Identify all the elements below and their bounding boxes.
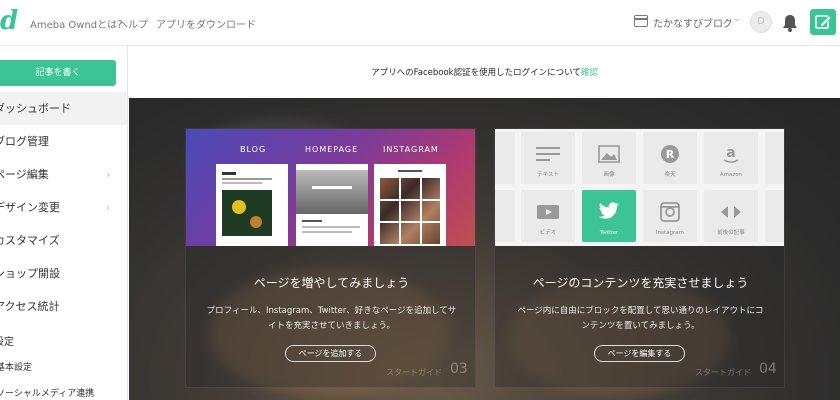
instagram-icon bbox=[660, 202, 680, 222]
sidebar: 記事を書く ダッシュボード ブログ管理 ページ編集 › デザイン変更 › カスタ… bbox=[0, 46, 128, 400]
browser-window-icon bbox=[634, 15, 648, 27]
block-label: 画像 bbox=[603, 172, 615, 178]
sidebar-item-dashboard[interactable]: ダッシュボード bbox=[0, 92, 127, 125]
card-description: プロフィール、Instagram、Twitter、好きなページを追加してサイトを… bbox=[206, 306, 457, 331]
block-video: ビデオ bbox=[521, 190, 575, 242]
amazon-icon: a bbox=[723, 145, 739, 163]
blog-name: たかなすびブログ bbox=[653, 19, 731, 30]
nav-download-app-link[interactable]: アプリをダウンロード bbox=[156, 16, 256, 31]
bell-icon[interactable] bbox=[781, 13, 799, 33]
block-prev-next: 前後の記事 bbox=[704, 190, 758, 242]
card-title: ページのコンテンツを充実させましょう bbox=[532, 276, 749, 290]
tab-instagram: INSTAGRAM bbox=[383, 145, 439, 154]
start-guide-number: 04 bbox=[759, 361, 777, 377]
page-types-preview: BLOG HOMEPAGE INSTAGRAM bbox=[186, 129, 475, 246]
start-guide-label: スタートガイド bbox=[386, 368, 442, 377]
sidebar-item-label: ショップ開設 bbox=[0, 267, 60, 280]
chevron-down-icon: ⌄ bbox=[733, 14, 741, 24]
block-label: 前後の記事 bbox=[717, 230, 745, 236]
svg-text:R: R bbox=[666, 148, 675, 161]
chevron-right-icon: › bbox=[106, 168, 111, 181]
chevron-right-icon: › bbox=[106, 201, 111, 214]
notice-confirm-link[interactable]: 確認 bbox=[581, 68, 598, 78]
image-icon bbox=[598, 145, 620, 163]
edit-icon bbox=[815, 15, 832, 29]
card-title: ページを増やしてみましょう bbox=[253, 276, 410, 290]
block-image: 画像 bbox=[582, 132, 636, 184]
sidebar-section-settings: 設定 bbox=[0, 337, 14, 348]
block-label: Twitter bbox=[599, 230, 619, 236]
block-label: Instagram bbox=[656, 230, 684, 236]
start-guide-label: スタートガイド bbox=[695, 368, 751, 377]
sidebar-item-label: ダッシュボード bbox=[0, 102, 71, 115]
nav-help-link[interactable]: ヘルプ bbox=[118, 16, 148, 31]
add-page-button[interactable]: ページを追加する bbox=[285, 345, 376, 362]
rakuten-icon: R bbox=[661, 145, 679, 163]
video-icon bbox=[537, 205, 559, 219]
svg-text:a: a bbox=[726, 145, 735, 161]
sidebar-item-label: アクセス統計 bbox=[0, 300, 60, 313]
prev-next-arrows-icon bbox=[721, 206, 741, 218]
block-instagram: Instagram bbox=[643, 190, 697, 242]
block-text: テキスト bbox=[521, 132, 575, 184]
notice-bar: アプリへのFacebook認証を使用したログインについて確認 bbox=[129, 46, 840, 98]
block-label: 楽天 bbox=[664, 172, 676, 178]
sidebar-item-label: ページ編集 bbox=[0, 168, 49, 181]
sidebar-item-label: カスタマイズ bbox=[0, 234, 60, 247]
instagram-page-preview bbox=[374, 164, 446, 246]
start-guide-card-page-content: テキスト 画像 R 楽天 a Amazon ビデオ Twitter Instag… bbox=[494, 128, 785, 388]
block-twitter: Twitter bbox=[582, 190, 636, 242]
app-logo[interactable]: d bbox=[0, 6, 18, 36]
block-label: ビデオ bbox=[539, 230, 557, 236]
sidebar-item-shop[interactable]: ショップ開設 bbox=[0, 257, 127, 290]
card-description: ページ内に自由にブロックを配置して思い通りのレイアウトにコンテンツを置いてみまし… bbox=[517, 306, 764, 331]
notice-text: アプリへのFacebook認証を使用したログインについて bbox=[371, 68, 581, 78]
block-amazon: a Amazon bbox=[704, 132, 758, 184]
sidebar-item-basic-settings[interactable]: 基本設定 bbox=[0, 360, 32, 373]
sidebar-item-social-media[interactable]: ソーシャルメディア連携 bbox=[0, 386, 94, 399]
block-partial bbox=[765, 190, 784, 242]
text-lines-icon bbox=[536, 147, 560, 161]
blog-page-preview bbox=[216, 164, 288, 246]
avatar[interactable]: D bbox=[750, 11, 772, 33]
content-blocks-preview: テキスト 画像 R 楽天 a Amazon ビデオ Twitter Instag… bbox=[495, 129, 784, 246]
homepage-preview bbox=[296, 164, 368, 246]
block-label: Amazon bbox=[719, 172, 743, 178]
top-header: d Ameba Owndとは？ ヘルプ アプリをダウンロード たかなすびブログ … bbox=[0, 0, 840, 46]
twitter-bird-icon bbox=[598, 202, 619, 219]
edit-page-button[interactable]: ページを編集する bbox=[594, 345, 685, 362]
sidebar-item-page-edit[interactable]: ページ編集 › bbox=[0, 158, 127, 191]
block-partial bbox=[765, 132, 784, 184]
notice-message: アプリへのFacebook認証を使用したログインについて確認 bbox=[129, 66, 840, 78]
tab-blog: BLOG bbox=[240, 145, 267, 154]
sidebar-item-design[interactable]: デザイン変更 › bbox=[0, 191, 127, 224]
tab-homepage: HOMEPAGE bbox=[305, 145, 359, 154]
sidebar-item-analytics[interactable]: アクセス統計 bbox=[0, 290, 127, 323]
blog-selector[interactable]: たかなすびブログ ⌄ bbox=[634, 14, 742, 32]
sidebar-item-label: ブログ管理 bbox=[0, 135, 49, 148]
write-article-button[interactable]: 記事を書く bbox=[0, 60, 116, 86]
sidebar-item-customize[interactable]: カスタマイズ bbox=[0, 224, 127, 257]
sidebar-item-label: デザイン変更 bbox=[0, 201, 60, 214]
block-partial bbox=[495, 132, 515, 184]
block-rakuten: R 楽天 bbox=[643, 132, 697, 184]
compose-button[interactable] bbox=[810, 9, 836, 35]
block-partial bbox=[495, 190, 515, 242]
start-guide-number: 03 bbox=[450, 361, 468, 377]
sidebar-item-blog-management[interactable]: ブログ管理 bbox=[0, 125, 127, 158]
nav-about-link[interactable]: Ameba Owndとは？ bbox=[30, 16, 127, 31]
block-label: テキスト bbox=[537, 172, 559, 178]
start-guide-card-add-pages: BLOG HOMEPAGE INSTAGRAM ページを増やしてみましょう プロ… bbox=[185, 128, 476, 388]
